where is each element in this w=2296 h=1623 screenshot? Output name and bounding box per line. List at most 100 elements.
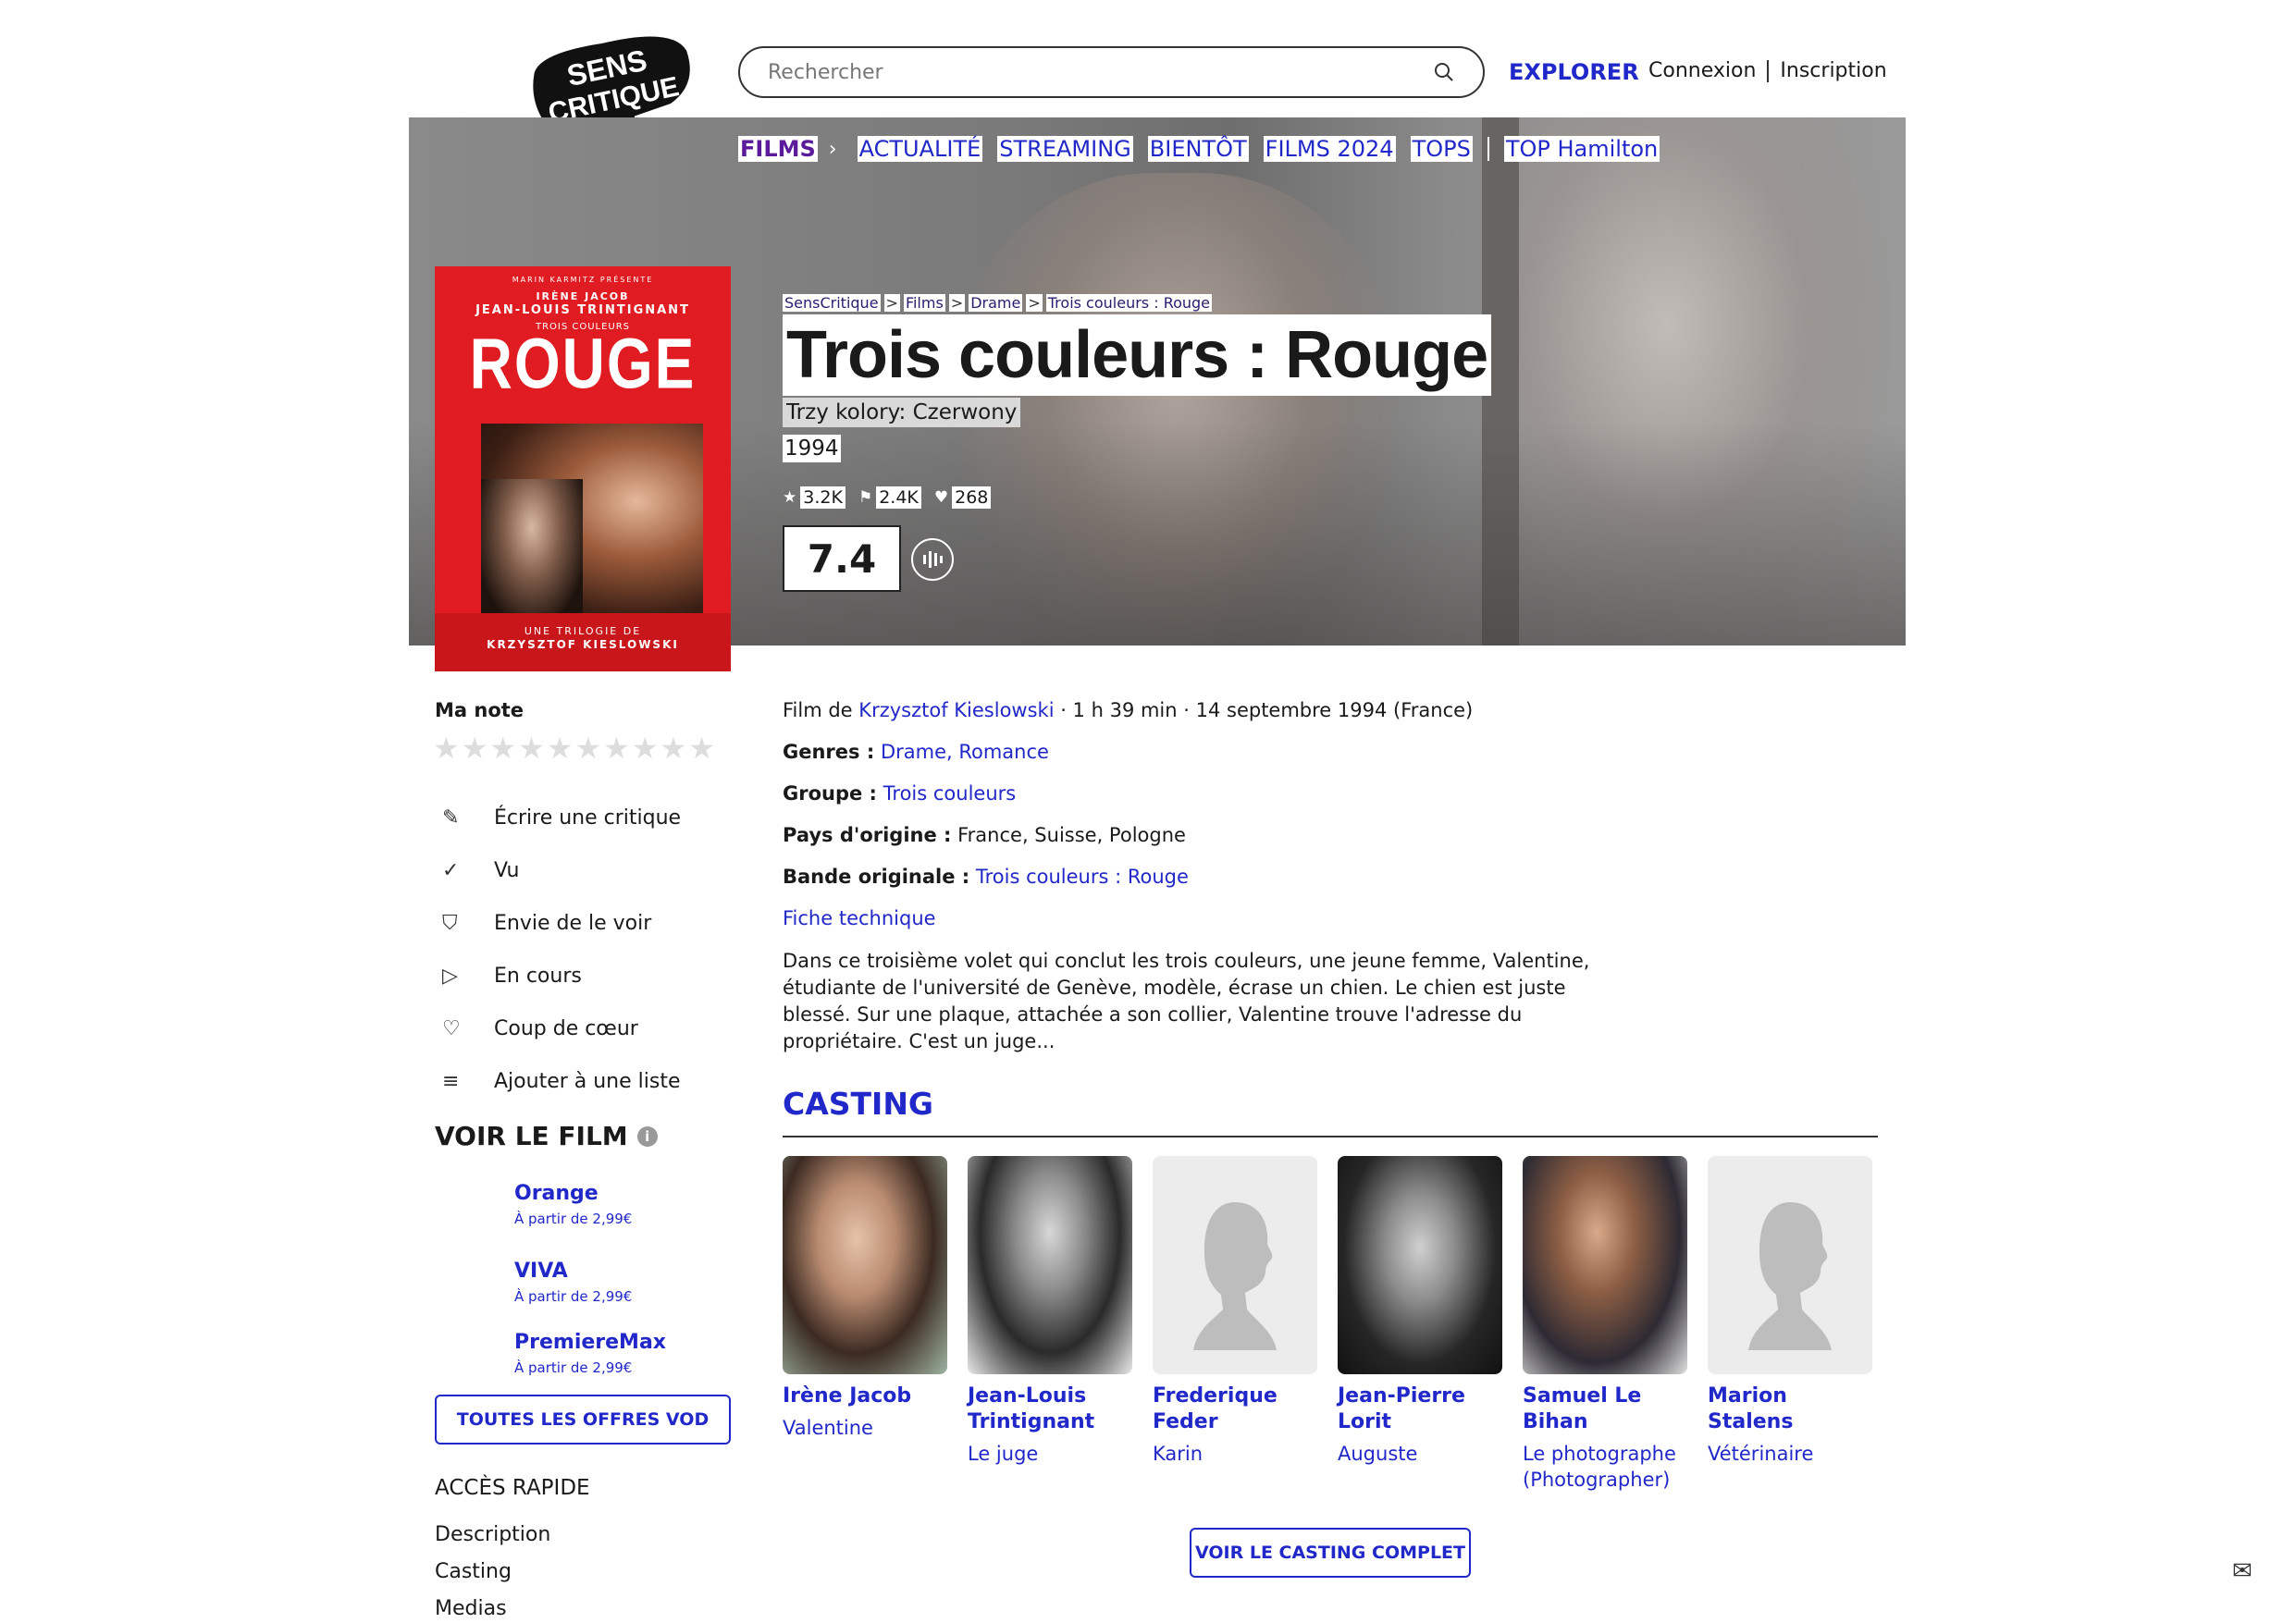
breadcrumb-drame[interactable]: Drame — [969, 294, 1023, 312]
poster-actor1: IRÈNE JACOB — [536, 290, 630, 302]
rating-star-icon[interactable]: ★ — [574, 731, 601, 766]
quick-link-casting[interactable]: Casting — [435, 1554, 550, 1591]
genres-line: Genres : Drame, Romance — [783, 741, 1049, 763]
actor-name: Jean-Louis Trintignant — [968, 1384, 1095, 1433]
bar-chart-icon-bar — [933, 553, 937, 566]
actor-name: Samuel Le Bihan — [1523, 1384, 1642, 1433]
action-play[interactable]: ▷ En cours — [442, 950, 747, 1002]
rating-star-icon[interactable]: ★ — [632, 731, 659, 766]
action-label: Écrire une critique — [494, 806, 682, 830]
poster-actor2: JEAN-LOUIS TRINTIGNANT — [475, 303, 690, 317]
breadcrumb-films[interactable]: Films — [903, 294, 945, 312]
breadcrumb-current[interactable]: Trois couleurs : Rouge — [1045, 294, 1213, 312]
explorer-link[interactable]: EXPLORER — [1509, 59, 1639, 85]
original-title: Trzy kolory: Czerwony — [783, 398, 1021, 427]
synopsis: Dans ce troisième volet qui conclut les … — [783, 950, 1590, 1052]
genres-links[interactable]: Drame, Romance — [881, 741, 1049, 763]
director-link[interactable]: Krzysztof Kieslowski — [858, 699, 1054, 721]
rating-star-icon[interactable]: ★ — [518, 731, 545, 766]
group-link[interactable]: Trois couleurs — [883, 782, 1017, 805]
search-icon[interactable] — [1433, 61, 1455, 83]
movie-poster[interactable]: MARIN KARMITZ PRÉSENTE IRÈNE JACOB JEAN-… — [435, 266, 731, 671]
ratings-count: 3.2K — [800, 486, 846, 509]
all-vod-offers-button[interactable]: TOUTES LES OFFRES VOD — [435, 1395, 731, 1445]
rating-star-icon[interactable]: ★ — [603, 731, 630, 766]
watch-title: VOIR LE FILM i — [435, 1121, 658, 1151]
action-check[interactable]: ✓ Vu — [442, 844, 747, 897]
country-line: Pays d'origine : France, Suisse, Pologne — [783, 824, 1186, 846]
film-by-label: Film de — [783, 699, 853, 721]
full-casting-button[interactable]: VOIR LE CASTING COMPLET — [1190, 1528, 1471, 1578]
actor-role: Karin — [1153, 1443, 1204, 1465]
rating-star-icon[interactable]: ★ — [547, 731, 574, 766]
ratings-stat: ★ 3.2K — [783, 486, 846, 509]
actor-name: Frederique Feder — [1153, 1384, 1278, 1433]
bar-chart-icon-bar — [939, 556, 943, 563]
quick-access-title: ACCÈS RAPIDE — [435, 1476, 590, 1500]
actor-card[interactable]: Frederique Feder Karin — [1153, 1156, 1317, 1467]
poster-title: ROUGE — [469, 323, 697, 404]
quick-link-description[interactable]: Description — [435, 1517, 550, 1554]
rating-distribution-button[interactable] — [911, 538, 954, 581]
action-label: Ajouter à une liste — [494, 1070, 681, 1093]
nav-tops[interactable]: TOPS — [1410, 136, 1473, 162]
genres-label: Genres : — [783, 741, 875, 763]
actor-role: Valentine — [783, 1417, 873, 1439]
soundtrack-line: Bande originale : Trois couleurs : Rouge — [783, 866, 1189, 888]
list-add-icon: ≡ — [442, 1070, 460, 1093]
poster-presents: MARIN KARMITZ PRÉSENTE — [512, 276, 654, 284]
nav-films-2024[interactable]: FILMS 2024 — [1263, 136, 1396, 162]
signup-link[interactable]: Inscription — [1780, 59, 1886, 82]
offer-premieremax[interactable]: PremiereMax À partir de 2,99€ — [514, 1331, 666, 1376]
tech-sheet-link[interactable]: Fiche technique — [783, 907, 936, 929]
action-pencil[interactable]: ✎ Écrire une critique — [442, 792, 747, 844]
nav-streaming[interactable]: STREAMING — [997, 136, 1133, 162]
quick-link-medias[interactable]: Medias — [435, 1591, 550, 1623]
soundtrack-label: Bande originale : — [783, 866, 970, 888]
offer-orange[interactable]: Orange À partir de 2,99€ — [514, 1182, 632, 1227]
rating-star-icon[interactable]: ★ — [688, 731, 715, 766]
rating-star-icon[interactable]: ★ — [660, 731, 687, 766]
search-placeholder[interactable]: Rechercher — [768, 61, 883, 84]
auth-links: Connexion Inscription — [1648, 59, 1887, 82]
nav-actualite[interactable]: ACTUALITÉ — [857, 136, 983, 162]
my-rating-stars[interactable]: ★ ★ ★ ★ ★ ★ ★ ★ ★ ★ — [433, 731, 715, 766]
actor-card[interactable]: Irène Jacob Valentine — [783, 1156, 947, 1441]
actor-photo-placeholder — [1153, 1156, 1317, 1374]
actor-card[interactable]: Jean-Louis Trintignant Le juge — [968, 1156, 1132, 1467]
page: SENS CRITIQUE Rechercher EXPLORER Connex… — [0, 0, 2296, 1623]
rating-star-icon[interactable]: ★ — [462, 731, 488, 766]
user-actions: ✎ Écrire une critique ✓ Vu ⛉ Envie de le voir… — [442, 792, 747, 1108]
auth-separator — [1767, 59, 1770, 82]
soundtrack-link[interactable]: Trois couleurs : Rouge — [976, 866, 1189, 888]
actor-card[interactable]: Jean-Pierre Lorit Auguste — [1338, 1156, 1502, 1467]
actor-photo — [1523, 1156, 1687, 1374]
favorites-count: 268 — [952, 486, 992, 509]
breadcrumb-home[interactable]: SensCritique — [783, 294, 881, 312]
action-list-add[interactable]: ≡ Ajouter à une liste — [442, 1055, 747, 1108]
mail-icon[interactable]: ✉ — [2232, 1557, 2253, 1585]
nav-bientot[interactable]: BIENTÔT — [1147, 136, 1249, 162]
offer-viva[interactable]: VIVA À partir de 2,99€ — [514, 1260, 632, 1305]
action-bookmark[interactable]: ⛉ Envie de le voir — [442, 897, 747, 950]
check-icon: ✓ — [442, 859, 460, 882]
action-heart[interactable]: ♡ Coup de cœur — [442, 1002, 747, 1055]
breadcrumb: SensCritique > Films > Drame > Trois cou… — [783, 294, 1213, 312]
rating-star-icon[interactable]: ★ — [433, 731, 460, 766]
quick-links: Description Casting Medias — [435, 1517, 550, 1623]
breadcrumb-sep: > — [883, 294, 900, 312]
rating-star-icon[interactable]: ★ — [489, 731, 516, 766]
login-link[interactable]: Connexion — [1648, 59, 1756, 82]
info-icon[interactable]: i — [636, 1125, 658, 1147]
actor-role: Le photographe (Photographer) — [1523, 1443, 1676, 1491]
wishlist-count: 2.4K — [876, 486, 921, 509]
group-label: Groupe : — [783, 782, 877, 805]
nav-top-hamilton[interactable]: TOP Hamilton — [1503, 136, 1660, 162]
group-line: Groupe : Trois couleurs — [783, 782, 1016, 805]
nav-films[interactable]: FILMS — [738, 136, 818, 162]
actor-card[interactable]: Marion Stalens Vétérinaire — [1708, 1156, 1872, 1467]
search-bar[interactable]: Rechercher — [738, 46, 1485, 98]
actor-card[interactable]: Samuel Le Bihan Le photographe (Photogra… — [1523, 1156, 1687, 1493]
heart-icon: ♡ — [442, 1017, 461, 1040]
actor-role: Auguste — [1338, 1443, 1418, 1465]
